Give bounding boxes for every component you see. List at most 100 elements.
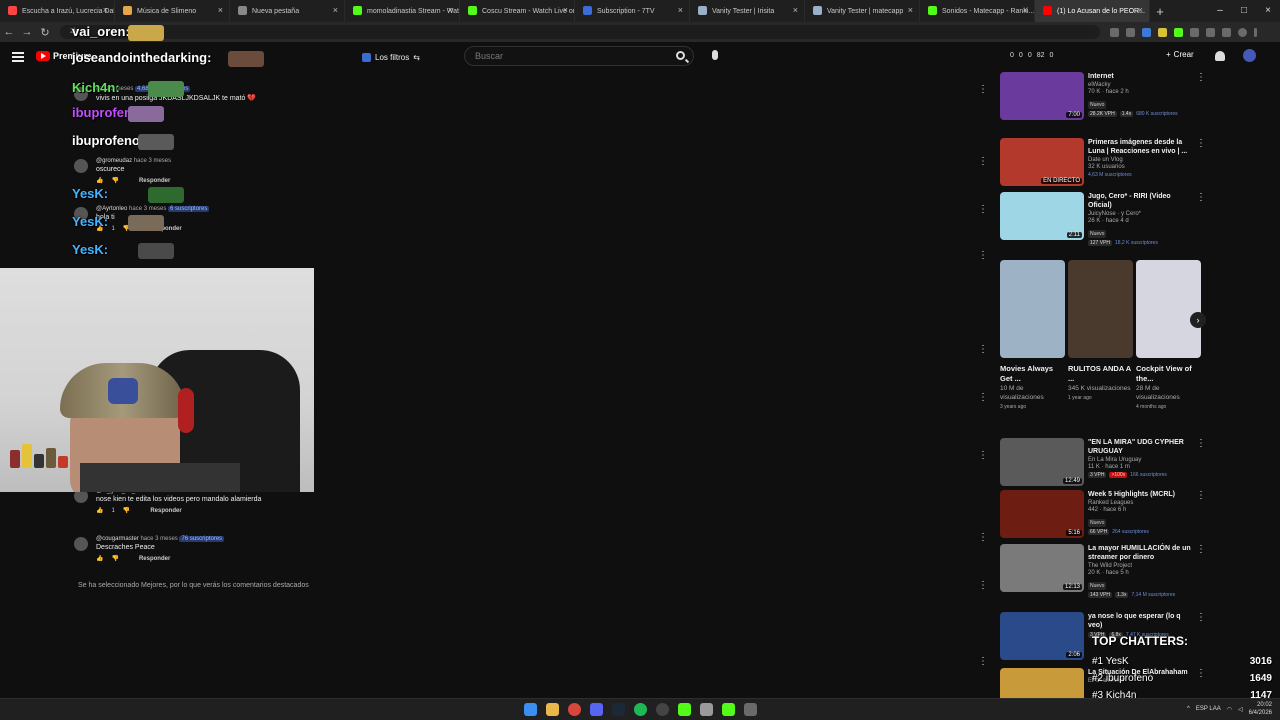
browser-tab[interactable]: Vanity Tester | Irisita × bbox=[690, 0, 805, 22]
shorts-next-arrow-icon[interactable]: › bbox=[1190, 312, 1206, 328]
more-options-icon[interactable]: ⋮ bbox=[978, 344, 988, 355]
short-thumbnail[interactable] bbox=[1000, 260, 1065, 358]
browser-tab[interactable]: Escucha a Irazú, Lucrecia Dal... × bbox=[0, 0, 115, 22]
video-channel[interactable]: JuicyNose · y Cero* bbox=[1088, 211, 1194, 217]
browser-tab[interactable]: Sonidos - Matecapp - Ranki... × bbox=[920, 0, 1035, 22]
browser-tab[interactable]: Coscu Stream - Watch Live on... × bbox=[460, 0, 575, 22]
comment-avatar[interactable] bbox=[74, 537, 88, 551]
account-avatar[interactable] bbox=[1243, 49, 1256, 62]
chrome-icon[interactable] bbox=[568, 703, 581, 716]
video-thumbnail[interactable]: 2:11 bbox=[1000, 192, 1084, 240]
comment-avatar[interactable] bbox=[74, 159, 88, 173]
more-options-icon[interactable]: ⋮ bbox=[978, 250, 988, 261]
obs-icon[interactable] bbox=[656, 703, 669, 716]
back-icon[interactable]: ← bbox=[0, 26, 18, 38]
search-input[interactable]: Buscar bbox=[464, 46, 694, 66]
more-options-icon[interactable]: ⋮ bbox=[978, 156, 988, 167]
short-item[interactable]: Movies Always Get ... 10 M de visualizaci… bbox=[1000, 260, 1065, 410]
more-options-icon[interactable]: ⋮ bbox=[1196, 438, 1206, 449]
youtube-logo-icon[interactable] bbox=[36, 51, 50, 61]
comment-author[interactable]: @cougarmaster bbox=[96, 536, 139, 542]
short-title[interactable]: Movies Always Get ... bbox=[1000, 364, 1065, 384]
search-icon[interactable] bbox=[676, 51, 685, 60]
video-channel[interactable]: elWacky bbox=[1088, 82, 1194, 88]
comment-author[interactable]: @gromeudaz bbox=[96, 158, 132, 164]
more-options-icon[interactable]: ⋮ bbox=[978, 656, 988, 667]
minimize-icon[interactable]: – bbox=[1208, 0, 1232, 22]
video-thumbnail[interactable]: 12:49 bbox=[1000, 438, 1084, 486]
more-options-icon[interactable]: ⋮ bbox=[1196, 544, 1206, 555]
more-options-icon[interactable]: ⋮ bbox=[978, 204, 988, 215]
extension-icon[interactable] bbox=[1206, 27, 1215, 37]
volume-icon[interactable]: ◁ bbox=[1238, 706, 1243, 713]
close-tab-icon[interactable]: × bbox=[563, 5, 568, 15]
close-tab-icon[interactable]: × bbox=[1138, 5, 1143, 15]
video-channel[interactable]: Date un Vlog bbox=[1088, 157, 1194, 163]
close-tab-icon[interactable]: × bbox=[333, 5, 338, 15]
notifications-bell-icon[interactable] bbox=[1215, 51, 1225, 61]
short-thumbnail[interactable] bbox=[1136, 260, 1201, 358]
create-button[interactable]: + Crear bbox=[1166, 50, 1194, 59]
discord-icon[interactable] bbox=[590, 703, 603, 716]
more-options-icon[interactable]: ⋮ bbox=[1196, 490, 1206, 501]
spotify-icon[interactable] bbox=[634, 703, 647, 716]
more-options-icon[interactable]: ⋮ bbox=[978, 450, 988, 461]
short-item[interactable]: Cockpit View of the... 28 M de visualizac… bbox=[1136, 260, 1201, 410]
close-tab-icon[interactable]: × bbox=[793, 5, 798, 15]
video-title[interactable]: Jugo, Cero* - RIRI (Video Oficial) bbox=[1088, 192, 1194, 210]
dislike-icon[interactable]: 👎 bbox=[123, 507, 130, 514]
video-title[interactable]: Internet bbox=[1088, 72, 1194, 81]
more-options-icon[interactable]: ⋮ bbox=[1196, 138, 1206, 149]
video-title[interactable]: ya nose lo que esperar (lo q veo) bbox=[1088, 612, 1194, 630]
browser-tab[interactable]: Vanity Tester | matecapp × bbox=[805, 0, 920, 22]
profile-icon[interactable] bbox=[1238, 27, 1247, 37]
video-title[interactable]: Week 5 Highlights (MCRL) bbox=[1088, 490, 1194, 499]
like-icon[interactable]: 👍 bbox=[96, 555, 103, 562]
browser-tab[interactable]: (1) Lo Acusan de lo PEOR... × bbox=[1035, 0, 1150, 22]
app-icon[interactable] bbox=[700, 703, 713, 716]
clock[interactable]: 20:02 6/4/2026 bbox=[1249, 701, 1272, 717]
video-title[interactable]: Primeras imágenes desde la Luna | Reacci… bbox=[1088, 138, 1194, 156]
short-title[interactable]: RULITOS ANDA A ... bbox=[1068, 364, 1133, 384]
extension-icon[interactable] bbox=[1158, 27, 1167, 37]
bookmark-icon[interactable] bbox=[1126, 27, 1135, 37]
maximize-icon[interactable]: □ bbox=[1232, 0, 1256, 22]
extension-icon[interactable] bbox=[1190, 27, 1199, 37]
short-title[interactable]: Cockpit View of the... bbox=[1136, 364, 1201, 384]
close-tab-icon[interactable]: × bbox=[103, 5, 108, 15]
extension-icon[interactable] bbox=[1222, 27, 1231, 37]
more-options-icon[interactable]: ⋮ bbox=[1196, 612, 1206, 623]
dislike-icon[interactable]: 👎 bbox=[111, 555, 118, 562]
app-icon[interactable] bbox=[722, 703, 735, 716]
video-channel[interactable]: The Wild Project bbox=[1088, 563, 1194, 569]
close-tab-icon[interactable]: × bbox=[908, 5, 913, 15]
video-thumbnail[interactable]: 12:13 bbox=[1000, 544, 1084, 592]
extension-icon[interactable] bbox=[1110, 27, 1119, 37]
video-thumbnail[interactable]: 5:16 bbox=[1000, 490, 1084, 538]
forward-icon[interactable]: → bbox=[18, 26, 36, 38]
chevron-up-icon[interactable]: ^ bbox=[1187, 706, 1190, 712]
close-tab-icon[interactable]: × bbox=[1023, 5, 1028, 15]
more-options-icon[interactable]: ⋮ bbox=[978, 392, 988, 403]
kick-icon[interactable] bbox=[678, 703, 691, 716]
video-title[interactable]: "EN LA MIRA" UDG CYPHER URUGUAY bbox=[1088, 438, 1194, 456]
hamburger-menu-icon[interactable] bbox=[12, 52, 24, 62]
extension-icon[interactable] bbox=[1174, 27, 1183, 37]
dislike-icon[interactable]: 👎 bbox=[111, 177, 118, 184]
new-tab-icon[interactable]: + bbox=[1150, 4, 1170, 19]
more-options-icon[interactable]: ⋮ bbox=[1196, 192, 1206, 203]
more-options-icon[interactable]: ⋮ bbox=[1196, 72, 1206, 83]
filters-button[interactable]: Los filtros ⇆ bbox=[362, 50, 420, 64]
video-channel[interactable]: En La Mira Uruguay bbox=[1088, 457, 1194, 463]
language-indicator[interactable]: ESP LAA bbox=[1196, 706, 1221, 712]
browser-menu-icon[interactable] bbox=[1254, 27, 1257, 37]
url-input[interactable]: 2k bbox=[60, 25, 1100, 39]
comment-author[interactable]: @Ayrtonleo bbox=[96, 206, 127, 212]
video-thumbnail[interactable]: 7:00 bbox=[1000, 72, 1084, 120]
like-icon[interactable]: 👍 bbox=[96, 507, 103, 514]
microphone-icon[interactable] bbox=[712, 50, 718, 60]
close-tab-icon[interactable]: × bbox=[448, 5, 453, 15]
browser-tab[interactable]: Subscription - 7TV × bbox=[575, 0, 690, 22]
extension-icon[interactable] bbox=[1142, 27, 1151, 37]
video-title[interactable]: La mayor HUMILLACIÓN de un streamer por … bbox=[1088, 544, 1194, 562]
